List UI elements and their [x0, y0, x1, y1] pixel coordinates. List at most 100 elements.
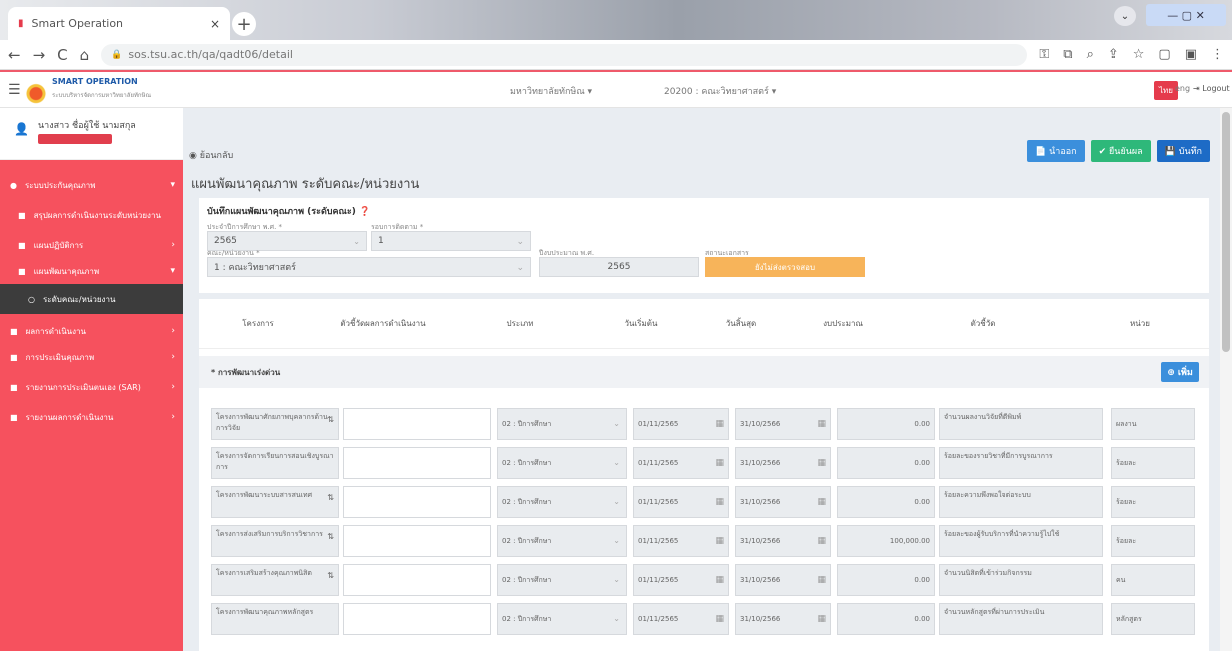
translate-icon[interactable]: ⧉	[1063, 47, 1072, 62]
table-row: โครงการจัดการเรียนการสอนเชิงบูรณาการ 02 …	[199, 444, 1209, 483]
sidebar: 👤 นางสาว ชื่อผู้ใช้ นามสกุล ● ระบบประกันค…	[0, 108, 183, 651]
round-select[interactable]: 1 ⌄	[371, 231, 531, 251]
sidebar-item-label: ผลการดำเนินงาน	[25, 326, 87, 336]
start-date-input[interactable]: 01/11/2565 ▦	[633, 408, 729, 440]
kpi-textarea[interactable]	[343, 564, 491, 596]
indicator-field: จำนวนผลงานวิจัยที่ตีพิมพ์	[939, 408, 1103, 440]
hamburger-icon[interactable]: ☰	[8, 82, 21, 98]
kpi-textarea[interactable]	[343, 603, 491, 635]
browser-tab[interactable]: ▮ Smart Operation ×	[8, 7, 230, 40]
start-date-input[interactable]: 01/11/2565 ▦	[633, 486, 729, 518]
sidebar-item-action-plan[interactable]: ■ แผนปฏิบัติการ ›	[0, 232, 183, 258]
sidebar-item-faculty-level[interactable]: ○ ระดับคณะ/หน่วยงาน	[0, 284, 183, 314]
type-select[interactable]: 02 : ปีการศึกษา ⌄	[497, 447, 627, 479]
university-select[interactable]: มหาวิทยาลัยทักษิณ ▾	[510, 84, 592, 98]
calendar-icon[interactable]: ▦	[715, 536, 724, 546]
faculty-select[interactable]: 20200 : คณะวิทยาศาสตร์ ▾	[664, 84, 776, 98]
address-bar[interactable]: 🔒 sos.tsu.ac.th/qa/qadt06/detail	[101, 43, 1028, 66]
reload-icon[interactable]: C	[57, 46, 67, 64]
end-date-input[interactable]: 31/10/2566 ▦	[735, 525, 831, 557]
confirm-button[interactable]: ✔ ยืนยันผล	[1090, 140, 1151, 162]
sidebar-item-report[interactable]: ■ รายงานผลการดำเนินงาน ›	[0, 404, 183, 430]
add-row-button[interactable]: ⊕ เพิ่ม	[1161, 362, 1199, 382]
page-scrollbar[interactable]	[1220, 108, 1232, 651]
logout-button[interactable]: ⇥ Logout	[1193, 84, 1230, 93]
end-date-input[interactable]: 31/10/2566 ▦	[735, 408, 831, 440]
calendar-icon[interactable]: ▦	[715, 614, 724, 624]
type-select[interactable]: 02 : ปีการศึกษา ⌄	[497, 525, 627, 557]
column-header: วันเริ่มต้น	[624, 319, 658, 328]
end-date-input[interactable]: 31/10/2566 ▦	[735, 564, 831, 596]
project-select[interactable]: โครงการพัฒนาคุณภาพหลักสูตร	[211, 603, 339, 635]
user-name: นางสาว ชื่อผู้ใช้ นามสกุล	[38, 121, 136, 131]
calendar-icon[interactable]: ▦	[817, 419, 826, 429]
kebab-menu-icon[interactable]: ⋮	[1211, 47, 1224, 62]
help-icon[interactable]: ❓	[359, 207, 370, 217]
spinner-icon: ⇅	[327, 532, 334, 541]
menu-circle-icon: ○	[28, 294, 35, 304]
calendar-icon[interactable]: ▦	[715, 419, 724, 429]
sidepanel-icon[interactable]: ▢	[1158, 47, 1170, 62]
project-select[interactable]: โครงการพัฒนาระบบสารสนเทศ ⇅	[211, 486, 339, 518]
type-select[interactable]: 02 : ปีการศึกษา ⌄	[497, 564, 627, 596]
sidebar-item-sar[interactable]: ■ รายงานการประเมินตนเอง (SAR) ›	[0, 370, 183, 404]
profile-menu-icon[interactable]: ⌄	[1114, 6, 1136, 26]
home-icon[interactable]: ⌂	[80, 46, 90, 64]
new-tab-button[interactable]: +	[232, 12, 256, 36]
sidebar-item-summary[interactable]: ■ สรุปผลการดำเนินงานระดับหน่วยงาน	[0, 198, 183, 232]
indicator-field: จำนวนนิสิตที่เข้าร่วมกิจกรรม	[939, 564, 1103, 596]
calendar-icon[interactable]: ▦	[817, 614, 826, 624]
end-date-input[interactable]: 31/10/2566 ▦	[735, 486, 831, 518]
start-date-input[interactable]: 01/11/2565 ▦	[633, 603, 729, 635]
lang-eng-button[interactable]: eng	[1175, 84, 1190, 93]
back-link[interactable]: ◉ ย้อนกลับ	[189, 148, 233, 162]
window-controls[interactable]: — ▢ ✕	[1146, 4, 1226, 26]
sidebar-item-quality-plan[interactable]: ■ แผนพัฒนาคุณภาพ ▾	[0, 258, 183, 284]
chevron-down-icon: ⌄	[353, 237, 360, 246]
calendar-icon[interactable]: ▦	[817, 458, 826, 468]
calendar-icon[interactable]: ▦	[715, 575, 724, 585]
indicator-field: ร้อยละของผู้รับบริการที่นำความรู้ไปใช้	[939, 525, 1103, 557]
project-select[interactable]: โครงการจัดการเรียนการสอนเชิงบูรณาการ	[211, 447, 339, 479]
scrollbar-thumb[interactable]	[1222, 112, 1230, 352]
key-icon[interactable]: ⚿	[1039, 47, 1049, 62]
export-button[interactable]: 📄 นำออก	[1027, 140, 1085, 162]
calendar-icon[interactable]: ▦	[715, 497, 724, 507]
sidebar-item-results[interactable]: ■ ผลการดำเนินงาน ›	[0, 318, 183, 344]
project-select[interactable]: โครงการพัฒนาศักยภาพบุคลากรด้านการวิจัย ⇅	[211, 408, 339, 440]
calendar-icon[interactable]: ▦	[817, 497, 826, 507]
kpi-textarea[interactable]	[343, 486, 491, 518]
column-header: หน่วย	[1130, 319, 1150, 328]
extensions-icon[interactable]: ▣	[1185, 47, 1197, 62]
table-row: โครงการพัฒนาระบบสารสนเทศ ⇅ 02 : ปีการศึกษ…	[199, 483, 1209, 522]
sidebar-item-assessment[interactable]: ■ การประเมินคุณภาพ ›	[0, 344, 183, 370]
brand-subtitle: ระบบบริหารจัดการมหาวิทยาลัยทักษิณ	[52, 92, 152, 99]
back-icon[interactable]: ←	[8, 46, 21, 64]
start-date-input[interactable]: 01/11/2565 ▦	[633, 447, 729, 479]
share-icon[interactable]: ⇪	[1108, 47, 1119, 62]
forward-icon[interactable]: →	[33, 46, 46, 64]
calendar-icon[interactable]: ▦	[817, 536, 826, 546]
kpi-textarea[interactable]	[343, 408, 491, 440]
end-date-input[interactable]: 31/10/2566 ▦	[735, 447, 831, 479]
start-date-input[interactable]: 01/11/2565 ▦	[633, 525, 729, 557]
save-button[interactable]: 💾 บันทึก	[1156, 140, 1210, 162]
browser-extension-icons: ⚿ ⧉ ⌕ ⇪ ☆ ▢ ▣ ⋮	[1039, 47, 1224, 62]
project-select[interactable]: โครงการเสริมสร้างคุณภาพนิสิต ⇅	[211, 564, 339, 596]
star-icon[interactable]: ☆	[1133, 47, 1145, 62]
end-date-input[interactable]: 31/10/2566 ▦	[735, 603, 831, 635]
start-date-input[interactable]: 01/11/2565 ▦	[633, 564, 729, 596]
kpi-textarea[interactable]	[343, 525, 491, 557]
type-select[interactable]: 02 : ปีการศึกษา ⌄	[497, 408, 627, 440]
project-select[interactable]: โครงการส่งเสริมการบริการวิชาการ ⇅	[211, 525, 339, 557]
calendar-icon[interactable]: ▦	[817, 575, 826, 585]
kpi-textarea[interactable]	[343, 447, 491, 479]
tab-close-icon[interactable]: ×	[210, 17, 220, 31]
zoom-icon[interactable]: ⌕	[1087, 47, 1094, 62]
sidebar-item-qa-system[interactable]: ● ระบบประกันคุณภาพ ▾	[0, 172, 183, 198]
unit-select[interactable]: 1 : คณะวิทยาศาสตร์ ⌄	[207, 257, 531, 277]
table-header: โครงการ ตัวชี้วัดผลการดำเนินงาน ประเภท ว…	[199, 299, 1209, 349]
type-select[interactable]: 02 : ปีการศึกษา ⌄	[497, 486, 627, 518]
type-select[interactable]: 02 : ปีการศึกษา ⌄	[497, 603, 627, 635]
calendar-icon[interactable]: ▦	[715, 458, 724, 468]
